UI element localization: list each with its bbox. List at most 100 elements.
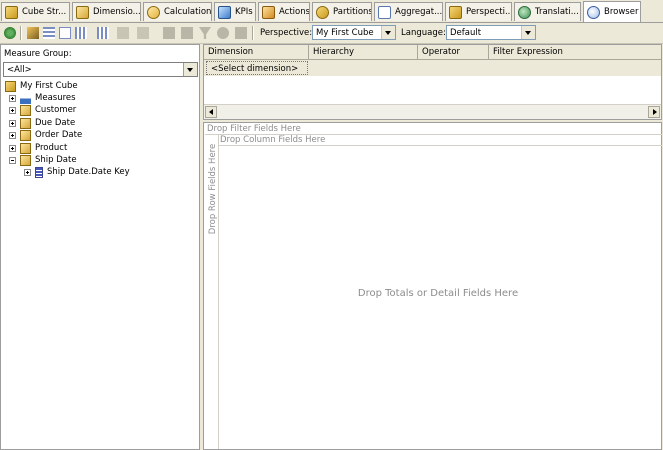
tree-node-due-date[interactable]: Due Date <box>9 117 75 129</box>
tree-node-label: My First Cube <box>20 81 78 91</box>
scroll-right-icon[interactable] <box>648 106 660 118</box>
tab-browser[interactable]: Browser <box>583 1 641 22</box>
totals-drop-zone[interactable]: Drop Totals or Detail Fields Here <box>218 288 658 299</box>
sort-icon[interactable] <box>75 27 87 39</box>
aggregations-icon <box>378 5 391 19</box>
toolbar-separator <box>252 26 254 40</box>
translations-icon <box>518 5 531 19</box>
measure-group-dropdown[interactable]: <All> <box>3 62 198 77</box>
properties-icon[interactable] <box>59 27 71 39</box>
dimension-icon <box>20 154 31 166</box>
collapse-icon[interactable] <box>9 156 16 164</box>
tree-node-product[interactable]: Product <box>9 142 67 154</box>
tree-node-ship-date[interactable]: Ship Date <box>9 154 77 166</box>
browser-results-pane: Dimension Hierarchy Operator Filter Expr… <box>203 44 663 450</box>
tree-node-measures[interactable]: Measures <box>9 92 76 104</box>
auto-execute-icon[interactable] <box>117 27 129 39</box>
expand-icon[interactable] <box>9 94 16 102</box>
tab-label: KPIs <box>235 7 253 17</box>
filter-drop-zone[interactable]: Drop Filter Fields Here <box>205 124 662 135</box>
dimension-icon <box>20 142 31 154</box>
tab-aggregations[interactable]: Aggregat... <box>374 2 443 21</box>
tab-perspectives[interactable]: Perspecti... <box>445 2 512 21</box>
sort-ascending-icon[interactable] <box>43 27 55 39</box>
expand-icon[interactable] <box>24 168 31 176</box>
scroll-left-icon[interactable] <box>205 106 217 118</box>
reconnect-icon[interactable] <box>4 27 16 39</box>
language-dropdown[interactable]: Default <box>446 25 536 40</box>
tree-node-ship-date-key[interactable]: Ship Date.Date Key <box>24 166 130 178</box>
chevron-down-icon[interactable] <box>183 63 197 76</box>
column-header-hierarchy[interactable]: Hierarchy <box>309 45 418 59</box>
cube-structure-icon <box>5 5 18 19</box>
filter-grid-header: Dimension Hierarchy Operator Filter Expr… <box>204 45 661 60</box>
collapse-icon[interactable] <box>181 27 193 39</box>
chevron-down-icon[interactable] <box>381 26 395 39</box>
expand-icon[interactable] <box>9 119 16 127</box>
expand-icon[interactable] <box>9 131 16 139</box>
toolbar-separator <box>20 26 22 40</box>
sort-descending-icon[interactable] <box>97 27 109 39</box>
actions-icon <box>262 5 275 19</box>
tab-label: Browser <box>604 7 639 17</box>
pivot-table: Drop Filter Fields Here Drop Row Fields … <box>203 122 662 450</box>
column-header-filter-expression[interactable]: Filter Expression <box>489 45 661 59</box>
column-header-dimension[interactable]: Dimension <box>204 45 309 59</box>
tab-calculations[interactable]: Calculations <box>143 2 212 21</box>
hierarchy-icon <box>35 166 43 178</box>
perspective-value: My First Cube <box>316 28 374 38</box>
metadata-pane: Measure Group: <All> My First Cube Measu… <box>0 44 200 450</box>
dimension-usage-icon <box>76 5 89 19</box>
filter-grid-row: <Select dimension> <box>204 60 661 76</box>
tab-label: Partitions <box>333 7 372 17</box>
expand-icon[interactable] <box>9 144 16 152</box>
row-drop-zone[interactable]: Drop Row Fields Here <box>205 135 219 449</box>
tree-node-label: Measures <box>35 93 76 103</box>
tab-kpis[interactable]: KPIs <box>214 2 256 21</box>
funnel-icon[interactable] <box>199 27 211 39</box>
browser-icon <box>587 5 600 19</box>
tree-node-label: Order Date <box>35 130 83 140</box>
change-user-icon[interactable] <box>27 27 39 39</box>
expand-icon[interactable] <box>9 106 16 114</box>
dimension-icon <box>20 129 31 141</box>
designer-tab-strip: Cube Str... Dimensio... Calculations KPI… <box>0 0 663 23</box>
chevron-down-icon[interactable] <box>521 26 535 39</box>
perspective-dropdown[interactable]: My First Cube <box>312 25 396 40</box>
tab-label: Translati... <box>535 7 579 17</box>
column-drop-zone[interactable]: Drop Column Fields Here <box>218 135 662 146</box>
tab-actions[interactable]: Actions <box>258 2 310 21</box>
tab-label: Actions <box>279 7 310 17</box>
cube-icon <box>5 80 16 92</box>
tree-node-label: Ship Date <box>35 155 77 165</box>
clear-results-icon[interactable] <box>217 27 229 39</box>
tab-cube-structure[interactable]: Cube Str... <box>1 2 70 21</box>
kpi-icon <box>218 5 231 19</box>
tab-label: Perspecti... <box>466 7 512 17</box>
measure-group-value: <All> <box>7 65 32 75</box>
measure-group-label: Measure Group: <box>4 49 72 59</box>
select-dimension-cell[interactable]: <Select dimension> <box>206 61 308 75</box>
calculations-icon <box>147 5 160 19</box>
expand-icon[interactable] <box>163 27 175 39</box>
browser-toolbar: Perspective: My First Cube Language: Def… <box>0 23 663 44</box>
row-drop-label: Drop Row Fields Here <box>208 143 218 235</box>
tab-label: Calculations <box>164 7 212 17</box>
show-empty-cells-icon[interactable] <box>235 27 247 39</box>
language-value: Default <box>450 28 482 38</box>
tab-partitions[interactable]: Partitions <box>312 2 372 21</box>
horizontal-scrollbar[interactable] <box>204 104 661 119</box>
language-label: Language: <box>401 28 446 38</box>
tree-node-label: Customer <box>35 105 77 115</box>
column-header-operator[interactable]: Operator <box>418 45 489 59</box>
tab-dimension-usage[interactable]: Dimensio... <box>72 2 141 21</box>
dimension-icon <box>20 104 31 116</box>
tree-node-cube[interactable]: My First Cube <box>5 80 78 92</box>
tab-label: Aggregat... <box>395 7 443 17</box>
measures-icon <box>20 92 31 104</box>
tree-node-customer[interactable]: Customer <box>9 104 76 116</box>
filter-icon[interactable] <box>137 27 149 39</box>
tree-node-label: Due Date <box>35 118 76 128</box>
tab-translations[interactable]: Translati... <box>514 2 581 21</box>
tree-node-order-date[interactable]: Order Date <box>9 129 82 141</box>
